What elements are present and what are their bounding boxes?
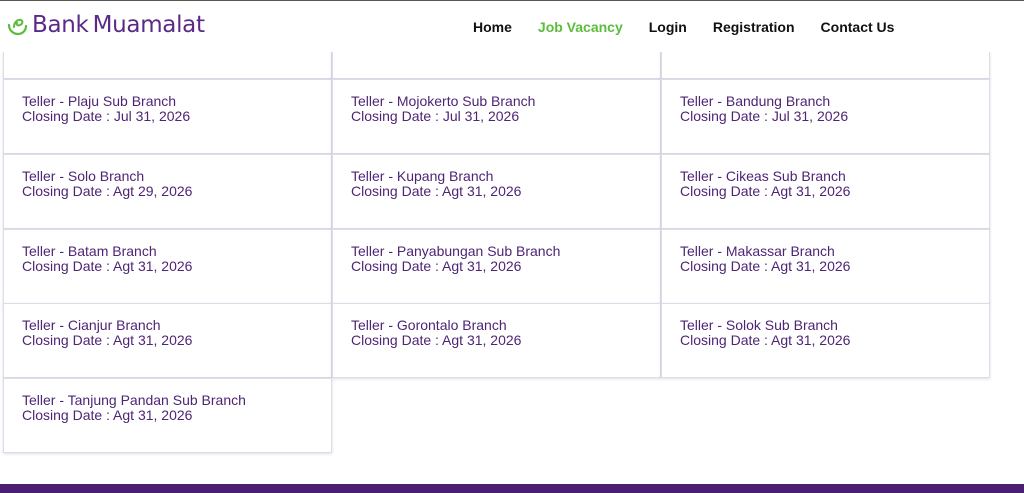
job-card[interactable]: Teller - Batam Branch Closing Date : Agt… <box>3 229 332 304</box>
job-closing-date: Closing Date : Agt 31, 2026 <box>351 183 522 199</box>
footer-bar <box>0 484 1024 493</box>
job-title: Teller - Panyabungan Sub Branch <box>351 243 561 259</box>
job-closing-date: Closing Date : Agt 29, 2026 <box>22 183 193 199</box>
job-title: Teller - Tanjung Pandan Sub Branch <box>22 392 246 408</box>
job-card[interactable]: Teller - Bandung Branch Closing Date : J… <box>661 79 990 154</box>
job-title: Teller - Plaju Sub Branch <box>22 93 177 109</box>
job-title: Teller - Cianjur Branch <box>22 317 161 333</box>
job-title: Teller - Gorontalo Branch <box>351 317 507 333</box>
job-closing-date: Closing Date : Agt 31, 2026 <box>351 258 522 274</box>
nav-contact-us-link[interactable]: Contact Us <box>821 19 895 35</box>
job-title: Teller - Makassar Branch <box>680 243 835 259</box>
job-card[interactable]: Teller - Tanjung Pandan Sub Branch Closi… <box>3 378 332 453</box>
main-nav: Home Job Vacancy Login Registration Cont… <box>473 1 920 53</box>
job-closing-date: Closing Date : Jul 31, 2026 <box>22 108 191 124</box>
job-card[interactable]: Teller - Makassar Branch Closing Date : … <box>661 229 990 304</box>
job-card-partial[interactable] <box>332 52 661 79</box>
job-title: Teller - Solo Branch <box>22 168 145 184</box>
job-title: Teller - Solok Sub Branch <box>680 317 838 333</box>
job-closing-date: Closing Date : Agt 31, 2026 <box>351 332 522 348</box>
job-card[interactable]: Teller - Cianjur Branch Closing Date : A… <box>3 303 332 378</box>
job-card-partial[interactable] <box>3 52 332 79</box>
job-title: Teller - Cikeas Sub Branch <box>680 168 846 184</box>
job-card[interactable]: Teller - Mojokerto Sub Branch Closing Da… <box>332 79 661 154</box>
job-closing-date: Closing Date : Agt 31, 2026 <box>680 332 851 348</box>
job-closing-date: Closing Date : Jul 31, 2026 <box>351 108 520 124</box>
job-title: Teller - Bandung Branch <box>680 93 831 109</box>
job-closing-date: Closing Date : Jul 31, 2026 <box>680 108 849 124</box>
job-card[interactable]: Teller - Solok Sub Branch Closing Date :… <box>661 303 990 378</box>
nav-registration-link[interactable]: Registration <box>713 19 795 35</box>
brand-logo[interactable]: Bank Muamalat <box>6 7 205 43</box>
job-card-partial[interactable] <box>661 52 990 79</box>
job-closing-date: Closing Date : Agt 31, 2026 <box>680 258 851 274</box>
job-title: Teller - Batam Branch <box>22 243 157 259</box>
nav-home-link[interactable]: Home <box>473 19 512 35</box>
job-closing-date: Closing Date : Agt 31, 2026 <box>680 183 851 199</box>
muamalat-logo-icon <box>7 18 28 36</box>
job-title: Teller - Kupang Branch <box>351 168 494 184</box>
nav-job-vacancy-link[interactable]: Job Vacancy <box>538 19 623 35</box>
job-card[interactable]: Teller - Plaju Sub Branch Closing Date :… <box>3 79 332 154</box>
job-card[interactable]: Teller - Kupang Branch Closing Date : Ag… <box>332 154 661 229</box>
brand-name-muamalat: Muamalat <box>92 12 205 38</box>
job-card[interactable]: Teller - Solo Branch Closing Date : Agt … <box>3 154 332 229</box>
brand-name-bank: Bank <box>32 12 89 38</box>
job-closing-date: Closing Date : Agt 31, 2026 <box>22 258 193 274</box>
nav-login-link[interactable]: Login <box>649 19 687 35</box>
job-title: Teller - Mojokerto Sub Branch <box>351 93 536 109</box>
top-navigation-bar: Bank Muamalat Home Job Vacancy Login Reg… <box>0 0 1024 52</box>
job-card[interactable]: Teller - Cikeas Sub Branch Closing Date … <box>661 154 990 229</box>
job-card[interactable]: Teller - Panyabungan Sub Branch Closing … <box>332 229 661 304</box>
job-closing-date: Closing Date : Agt 31, 2026 <box>22 332 193 348</box>
job-closing-date: Closing Date : Agt 31, 2026 <box>22 407 193 423</box>
job-card[interactable]: Teller - Gorontalo Branch Closing Date :… <box>332 303 661 378</box>
